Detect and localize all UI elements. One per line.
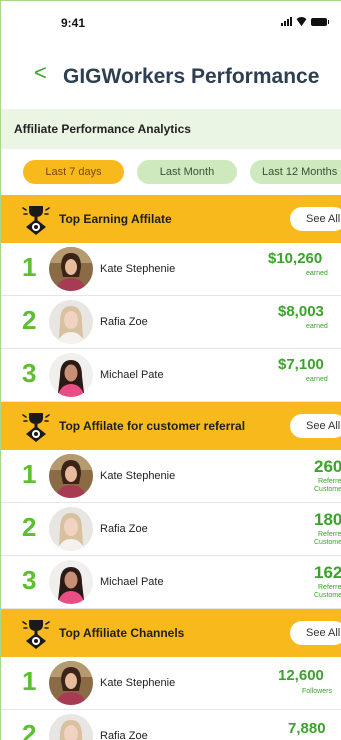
rank-number: 3 [22,565,37,595]
analytics-heading: Affiliate Performance Analytics [1,109,341,149]
section-header-earning: Top Earning Affilate See All [1,195,341,243]
avatar [49,507,93,551]
rank-number: 1 [22,459,37,489]
list-item[interactable]: 2 Rafia Zoe $8,003 earned [1,296,341,349]
list-item[interactable]: 1 Kate Stephenie $10,260 earned [1,243,341,296]
rank-number: 1 [22,252,37,282]
see-all-button[interactable]: See All [290,621,341,645]
affiliate-name: Kate Stephenie [100,263,176,275]
avatar [49,661,93,705]
list-item[interactable]: 1 Kate Stephenie 12,600 Followers [1,657,341,710]
earning-value: $7,100 earned [261,349,341,402]
affiliate-name: Rafia Zoe [100,316,148,328]
follower-caption: Followers [302,688,332,695]
follower-count: 7,880 [288,720,326,737]
trophy-icon [22,206,50,235]
see-all-button[interactable]: See All [290,414,341,438]
affiliate-name: Michael Pate [100,369,164,381]
trophy-icon [22,413,50,442]
earning-value: $8,003 earned [261,296,341,349]
page-title: GIGWorkers Performance [63,65,320,88]
signal-icon [281,17,292,26]
avatar [49,454,93,498]
channel-value: 12,600 Followers [261,657,341,710]
follower-count: 12,600 [278,667,324,684]
list-item[interactable]: 2 Rafia Zoe 180 Referred Customers [1,503,341,556]
referral-caption: Customers [314,486,341,493]
referral-caption: Customers [314,592,341,599]
avatar [49,714,93,740]
affiliate-name: Rafia Zoe [100,523,148,535]
see-all-button[interactable]: See All [290,207,341,231]
back-button[interactable]: < [34,62,47,84]
affiliate-name: Rafia Zoe [100,730,148,740]
referral-count: 162 [314,563,341,582]
avatar [49,353,93,397]
affiliate-name: Kate Stephenie [100,677,176,689]
avatar [49,560,93,604]
list-item[interactable]: 2 Rafia Zoe 7,880 [1,710,341,740]
earning-amount: $10,260 [268,250,323,267]
battery-icon [311,17,329,26]
earning-value: $10,260 earned [261,243,341,296]
earning-caption: earned [306,323,328,330]
referral-count: 260 [314,457,341,476]
affiliate-name: Michael Pate [100,576,164,588]
status-bar: 9:41 [1,1,341,45]
earning-caption: earned [306,376,328,383]
app-screen: 9:41 < GIGWorkers Performance Affiliate … [0,0,341,740]
rank-number: 2 [22,305,37,335]
section-title: Top Affilate for customer referral [59,419,246,433]
section-title: Top Earning Affilate [59,212,172,226]
section-header-referral: Top Affilate for customer referral See A… [1,402,341,450]
referral-value: 180 Referred Customers [261,503,341,556]
avatar [49,247,93,291]
section-header-channels: Top Affiliate Channels See All [1,609,341,657]
rank-number: 3 [22,358,37,388]
nav-bar: < GIGWorkers Performance [1,45,341,109]
filter-last-12-months[interactable]: Last 12 Months [250,160,341,184]
list-item[interactable]: 3 Michael Pate $7,100 earned [1,349,341,402]
rank-number: 2 [22,512,37,542]
status-time: 9:41 [61,16,86,30]
list-item[interactable]: 3 Michael Pate 162 Referred Customers [1,556,341,609]
period-filter: Last 7 days Last Month Last 12 Months [1,149,341,195]
earning-amount: $7,100 [278,356,324,373]
filter-last-month[interactable]: Last Month [137,160,237,184]
rank-number: 1 [22,666,37,696]
earning-amount: $8,003 [278,303,324,320]
affiliate-name: Kate Stephenie [100,470,176,482]
avatar [49,300,93,344]
referral-value: 260 Referred Customers [261,450,341,503]
wifi-icon [296,17,307,26]
referral-caption: Customers [314,539,341,546]
rank-number: 2 [22,719,37,740]
channel-value: 7,880 [261,710,341,740]
filter-last-7-days[interactable]: Last 7 days [23,160,124,184]
referral-count: 180 [314,510,341,529]
referral-value: 162 Referred Customers [261,556,341,609]
trophy-icon [22,620,50,649]
list-item[interactable]: 1 Kate Stephenie 260 Referred Customers [1,450,341,503]
section-title: Top Affiliate Channels [59,626,185,640]
earning-caption: earned [306,270,328,277]
status-icons [281,17,329,26]
